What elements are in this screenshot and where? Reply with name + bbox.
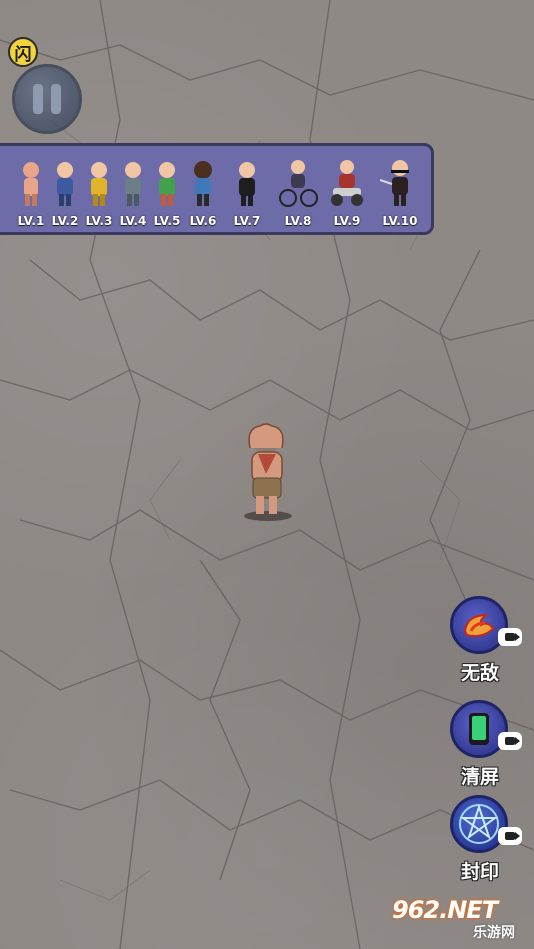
watermark-subtitle: 乐游网 xyxy=(473,925,515,941)
pause-icon-bar-left xyxy=(33,84,43,114)
character-lv8-bicycle-icon xyxy=(279,160,318,207)
skill-clear-screen-button[interactable] xyxy=(450,700,508,758)
character-lv5-icon xyxy=(159,162,175,206)
skill-seal-button[interactable] xyxy=(450,795,508,853)
pause-icon-bar-right xyxy=(51,84,61,114)
character-lv9-scooter-icon xyxy=(331,160,363,206)
flame-swirl-icon xyxy=(463,614,495,638)
skill-seal[interactable]: 封印 xyxy=(448,795,524,895)
level-roster-panel: LV.1 LV.2 LV.3 LV.4 LV.5 LV.6 LV.7 LV.8 … xyxy=(0,143,434,235)
flash-badge[interactable]: 闪 xyxy=(8,37,38,67)
character-lv10-icon xyxy=(380,160,409,206)
player-character xyxy=(244,423,292,521)
skill-seal-label: 封印 xyxy=(460,861,499,883)
skill-invincible[interactable]: 无敌 xyxy=(448,596,524,696)
video-ad-icon xyxy=(498,628,522,646)
level-label: LV.7 xyxy=(233,214,261,228)
skill-invincible-button[interactable] xyxy=(450,596,508,654)
level-label: LV.8 xyxy=(284,214,312,228)
character-lv7-icon xyxy=(239,162,255,206)
skill-clear-screen[interactable]: 清屏 xyxy=(448,700,524,800)
character-lv6-icon xyxy=(194,161,212,206)
level-label: LV.10 xyxy=(382,214,418,228)
skill-clear-screen-label: 清屏 xyxy=(460,766,499,788)
site-watermark: 962.NET 乐游网 xyxy=(392,896,530,944)
pause-button[interactable] xyxy=(12,64,82,134)
video-ad-icon xyxy=(498,827,522,845)
video-ad-icon xyxy=(498,732,522,750)
level-label: LV.9 xyxy=(333,214,361,228)
skill-invincible-label: 无敌 xyxy=(460,662,499,684)
pentagram-icon xyxy=(459,803,499,844)
phone-icon xyxy=(469,713,489,745)
